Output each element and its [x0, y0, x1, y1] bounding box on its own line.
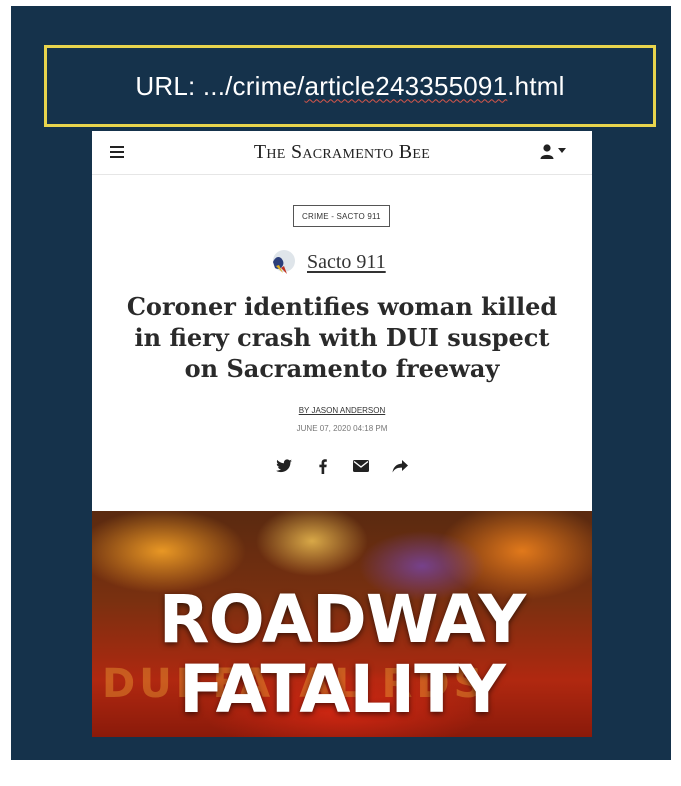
article-headline: Coroner identifies woman killed in fiery…: [100, 291, 584, 384]
headline-line: Coroner identifies woman killed: [126, 292, 558, 321]
hero-title-line1: ROADWAY: [158, 581, 526, 658]
facebook-icon[interactable]: [311, 456, 335, 476]
author-byline[interactable]: BY JASON ANDERSON: [92, 406, 592, 415]
publish-date: JUNE 07, 2020 04:18 PM: [296, 424, 388, 433]
share-icon[interactable]: [388, 456, 412, 476]
site-header: The Sacramento Bee: [92, 131, 592, 175]
headline-line: on Sacramento freeway: [184, 354, 500, 383]
user-icon: [540, 144, 554, 159]
twitter-icon[interactable]: [272, 456, 296, 476]
hero-title-line2: FATALITY: [179, 651, 506, 728]
account-menu[interactable]: [539, 143, 566, 159]
hero-image: DUI FATAL RDS ROADWAY FATALITY: [92, 511, 592, 737]
hamburger-menu-icon[interactable]: [110, 146, 124, 158]
category-tag[interactable]: CRIME - SACTO 911: [293, 205, 390, 227]
sacto-911-logo-icon: [273, 250, 295, 274]
share-bar: [272, 454, 412, 478]
headline-line: in fiery crash with DUI suspect: [134, 323, 550, 352]
email-icon[interactable]: [349, 456, 373, 476]
url-article-id: article243355091: [304, 70, 508, 101]
url-prefix: URL: .../crime/: [135, 70, 305, 101]
article-screenshot: The Sacramento Bee CRIME - SACTO 911 Sac…: [92, 131, 592, 737]
caret-down-icon: [558, 148, 566, 153]
masthead-logo[interactable]: The Sacramento Bee: [254, 141, 430, 164]
section-link[interactable]: Sacto 911: [267, 247, 386, 277]
url-banner: URL: .../crime/article243355091 .html: [44, 45, 656, 127]
url-suffix: .html: [507, 70, 565, 101]
section-name: Sacto 911: [307, 250, 386, 273]
